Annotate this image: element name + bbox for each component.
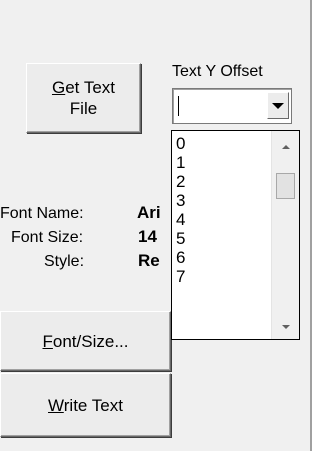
dropdown-option[interactable]: 0: [176, 134, 185, 153]
text-cursor: [178, 96, 179, 116]
dropdown-option[interactable]: 6: [176, 248, 185, 267]
style-value: Re: [138, 251, 160, 270]
write-text-button[interactable]: Write Text: [0, 373, 171, 437]
panel-edge: [313, 0, 321, 451]
dropdown-items: 0 1 2 3 4 5 6 7: [176, 134, 185, 286]
scroll-up-button[interactable]: [272, 135, 299, 159]
get-text-file-line2: File: [69, 99, 98, 118]
write-text-button-label: Write Text: [48, 395, 123, 416]
font-size-button-label: Font/Size...: [43, 331, 129, 352]
dropdown-option[interactable]: 2: [176, 172, 185, 191]
chevron-down-icon: [272, 102, 284, 109]
style-label: Style:: [44, 253, 85, 270]
dropdown-option[interactable]: 5: [176, 229, 185, 248]
scrollbar-thumb[interactable]: [276, 173, 295, 199]
scroll-up-icon: [281, 145, 290, 149]
text-y-offset-combo[interactable]: [172, 88, 292, 124]
font-size-rest: ont/Size...: [52, 331, 129, 351]
dropdown-scrollbar[interactable]: [271, 131, 299, 339]
dropdown-option[interactable]: 3: [176, 191, 185, 210]
dropdown-option[interactable]: 7: [176, 267, 185, 286]
font-name-value: Ari: [137, 203, 161, 222]
font-size-accel: F: [42, 331, 53, 351]
text-y-offset-label: Text Y Offset: [172, 63, 263, 80]
font-name-label: Font Name:: [0, 205, 84, 222]
write-text-rest: rite Text: [63, 395, 123, 415]
font-size-button[interactable]: Font/Size...: [0, 311, 171, 371]
combo-dropdown-button[interactable]: [267, 92, 289, 119]
font-size-value: 14: [138, 227, 157, 246]
get-text-file-button[interactable]: Get Text File: [26, 63, 141, 133]
dropdown-option[interactable]: 4: [176, 210, 185, 229]
panel-border: [310, 0, 312, 451]
get-text-file-line1: Get Text: [52, 77, 115, 98]
dropdown-option[interactable]: 1: [176, 153, 185, 172]
font-size-label: Font Size:: [11, 229, 84, 246]
text-y-offset-dropdown-list[interactable]: 0 1 2 3 4 5 6 7: [171, 130, 300, 340]
scroll-down-button[interactable]: [272, 315, 299, 339]
get-text-file-accel: G: [51, 78, 66, 97]
scroll-down-icon: [281, 325, 290, 329]
get-text-file-label: et Text: [65, 78, 115, 97]
write-text-accel: W: [48, 395, 64, 415]
